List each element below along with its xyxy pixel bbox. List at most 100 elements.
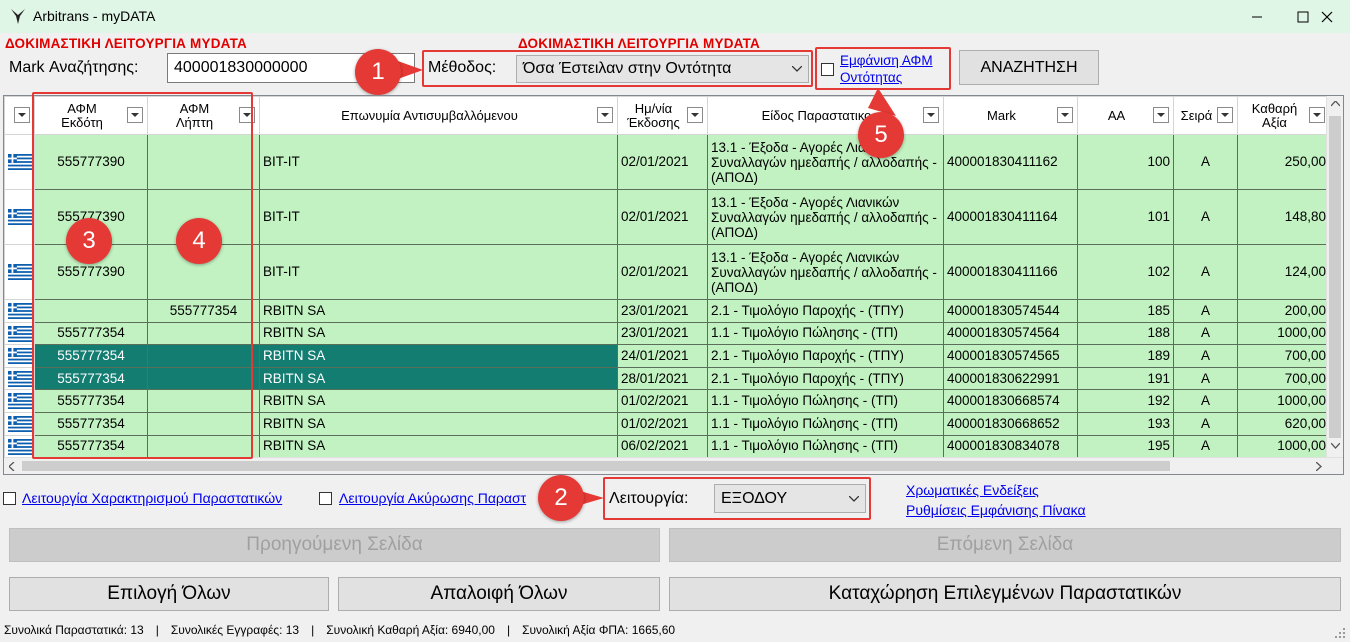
greek-flag-icon xyxy=(7,438,32,455)
cell-counterparty-name: RBITN SA xyxy=(259,344,618,368)
method-dropdown-value: Όσα Έστειλαν στην Οντότητα xyxy=(523,60,732,77)
horizontal-scroll-thumb[interactable] xyxy=(22,461,1170,471)
method-dropdown[interactable]: Όσα Έστειλαν στην Οντότητα xyxy=(516,55,809,83)
minimize-button[interactable] xyxy=(1234,0,1280,33)
row-flag-cell[interactable] xyxy=(4,411,35,436)
header-mark[interactable]: Mark xyxy=(943,96,1078,135)
cell-issue-date: 24/01/2021 xyxy=(617,344,708,368)
status-separator: | xyxy=(506,623,511,637)
grid-horizontal-scrollbar[interactable] xyxy=(4,457,1343,474)
header-series[interactable]: Σειρά xyxy=(1173,96,1238,135)
row-flag-cell[interactable] xyxy=(4,344,35,368)
title-bar xyxy=(0,0,1350,33)
cell-counterparty-name: BIT-IT xyxy=(259,189,618,245)
scroll-down-icon[interactable] xyxy=(1331,443,1340,449)
row-flag-cell[interactable] xyxy=(4,321,35,346)
cell-net-value: 620,00 xyxy=(1237,411,1330,436)
cell-series: Α xyxy=(1173,134,1238,190)
row-flag-cell[interactable] xyxy=(4,134,35,190)
filter-dropdown-icon[interactable] xyxy=(597,107,613,123)
cell-net-value: 1000,00 xyxy=(1237,321,1330,346)
operation-dropdown[interactable]: ΕΞΟΔΟΥ xyxy=(714,484,866,513)
show-afm-link-line1: Εμφάνιση ΑΦΜ xyxy=(840,53,933,68)
row-flag-cell[interactable] xyxy=(4,389,35,413)
cell-net-value: 250,00 xyxy=(1237,134,1330,190)
cell-document-type: 1.1 - Τιμολόγιο Πώλησης - (ΤΠ) xyxy=(707,434,944,459)
annotation-badge-1: 1 xyxy=(355,49,401,95)
previous-page-button[interactable]: Προηγούμενη Σελίδα xyxy=(9,528,660,562)
select-all-button[interactable]: Επιλογή Όλων xyxy=(9,577,329,611)
filter-dropdown-icon[interactable] xyxy=(14,107,30,123)
characterization-mode-link[interactable]: Λειτουργία Χαρακτηρισμού Παραστατικών xyxy=(22,490,282,506)
cell-net-value: 700,00 xyxy=(1237,344,1330,368)
filter-dropdown-icon[interactable] xyxy=(1153,107,1169,123)
row-flag-cell[interactable] xyxy=(4,434,35,459)
scroll-up-icon[interactable] xyxy=(1331,101,1340,107)
cell-counterparty-name: RBITN SA xyxy=(259,389,618,413)
grid-vertical-scrollbar[interactable] xyxy=(1326,96,1343,458)
characterization-mode-checkbox[interactable] xyxy=(3,492,16,505)
afm-columns-highlight-box xyxy=(32,92,253,459)
header-net-value[interactable]: Καθαρή Αξία xyxy=(1237,96,1330,135)
clear-all-button[interactable]: Απαλοιφή Όλων xyxy=(338,577,660,611)
cancellation-mode-link[interactable]: Λειτουργία Ακύρωσης Παραστ xyxy=(339,490,526,506)
cell-net-value: 1000,00 xyxy=(1237,434,1330,459)
status-total-records: Συνολικές Εγγραφές: 13 xyxy=(170,623,300,637)
filter-dropdown-icon[interactable] xyxy=(923,107,939,123)
cell-counterparty-name: RBITN SA xyxy=(259,434,618,459)
filter-dropdown-icon[interactable] xyxy=(1217,107,1233,123)
cell-series: Α xyxy=(1173,189,1238,245)
row-flag-cell[interactable] xyxy=(4,189,35,245)
cell-series: Α xyxy=(1173,434,1238,459)
cell-aa: 102 xyxy=(1077,244,1174,300)
cell-document-type: 13.1 - Έξοδα - Αγορές Λιανικών Συναλλαγώ… xyxy=(707,134,944,190)
greek-flag-icon xyxy=(7,325,32,342)
operation-label: Λειτουργία: xyxy=(609,490,689,507)
cell-issue-date: 02/01/2021 xyxy=(617,134,708,190)
cell-mark: 400001830834078 xyxy=(943,434,1078,459)
header-label-line1: Ημ/νία xyxy=(634,100,673,116)
cell-issue-date: 01/02/2021 xyxy=(617,411,708,436)
cell-issue-date: 02/01/2021 xyxy=(617,189,708,245)
submit-selected-button[interactable]: Καταχώρηση Επιλεγμένων Παραστατικών xyxy=(669,577,1341,611)
test-mode-banner-left: ΔΟΚΙΜΑΣΤΙΚΗ ΛΕΙΤΟΥΡΓΙΑ MYDATA xyxy=(5,36,247,51)
cancellation-mode-checkbox[interactable] xyxy=(319,492,332,505)
color-legend-link[interactable]: Χρωματικές Ενδείξεις xyxy=(906,482,1039,498)
filter-dropdown-icon[interactable] xyxy=(687,107,703,123)
header-counterparty-name[interactable]: Επωνυμία Αντισυμβαλλόμενου xyxy=(259,96,618,135)
show-afm-link[interactable]: Εμφάνιση ΑΦΜ Οντότητας xyxy=(840,52,933,86)
cell-aa: 195 xyxy=(1077,434,1174,459)
header-aa[interactable]: ΑΑ xyxy=(1077,96,1174,135)
resize-grip-icon[interactable] xyxy=(1334,627,1346,639)
filter-dropdown-icon[interactable] xyxy=(1309,107,1325,123)
cell-series: Α xyxy=(1173,366,1238,391)
cell-aa: 100 xyxy=(1077,134,1174,190)
status-separator: | xyxy=(155,623,159,637)
chevron-down-icon xyxy=(786,66,808,72)
header-document-type[interactable]: Είδος Παραστατικο xyxy=(707,96,944,135)
greek-flag-icon xyxy=(7,303,32,320)
close-button[interactable] xyxy=(1304,0,1350,33)
table-settings-link[interactable]: Ρυθμίσεις Εμφάνισης Πίνακα xyxy=(906,502,1086,518)
show-afm-checkbox[interactable] xyxy=(821,63,834,76)
cell-counterparty-name: RBITN SA xyxy=(259,411,618,436)
search-button[interactable]: ΑΝΑΖΗΤΗΣΗ xyxy=(959,50,1099,85)
cell-issue-date: 06/02/2021 xyxy=(617,434,708,459)
scroll-right-icon[interactable] xyxy=(1316,462,1322,471)
row-flag-cell[interactable] xyxy=(4,244,35,300)
cell-series: Α xyxy=(1173,244,1238,300)
header-select[interactable] xyxy=(4,96,35,135)
cell-mark: 400001830411162 xyxy=(943,134,1078,190)
vertical-scroll-thumb[interactable] xyxy=(1329,116,1341,438)
annotation-badge-2: 2 xyxy=(538,475,584,521)
header-issue-date[interactable]: Ημ/νία Έκδοσης xyxy=(617,96,708,135)
cell-issue-date: 23/01/2021 xyxy=(617,299,708,323)
next-page-button[interactable]: Επόμενη Σελίδα xyxy=(669,528,1341,562)
scroll-left-icon[interactable] xyxy=(9,462,15,471)
filter-dropdown-icon[interactable] xyxy=(1057,107,1073,123)
header-label-line1: Επωνυμία Αντισυμβαλλόμενου xyxy=(341,107,518,123)
row-flag-cell[interactable] xyxy=(4,366,35,391)
greek-flag-icon xyxy=(7,154,32,171)
cell-aa: 188 xyxy=(1077,321,1174,346)
row-flag-cell[interactable] xyxy=(4,299,35,323)
